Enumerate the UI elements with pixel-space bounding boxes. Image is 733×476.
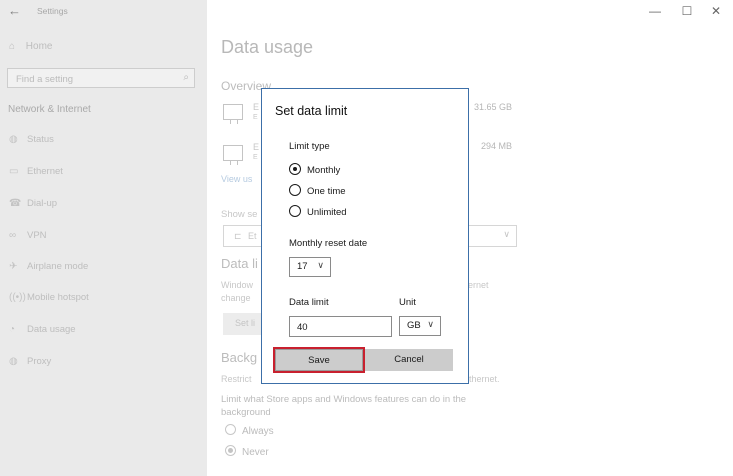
data-limit-input-box[interactable]	[289, 316, 392, 337]
set-data-limit-dialog: Set data limit Limit type Monthly One ti…	[261, 88, 469, 384]
save-highlight-box	[273, 347, 365, 373]
radio-monthly[interactable]: Monthly	[289, 163, 340, 176]
dialog-title: Set data limit	[275, 104, 348, 118]
radio-label: Monthly	[307, 165, 341, 176]
reset-date-dropdown[interactable]: 17 ∨	[289, 257, 331, 277]
chevron-down-icon: ∨	[317, 260, 324, 270]
chevron-down-icon: ∨	[427, 319, 434, 329]
radio-label: One time	[307, 186, 346, 197]
limit-type-label: Limit type	[289, 141, 330, 152]
reset-date-label: Monthly reset date	[289, 238, 368, 249]
unit-dropdown[interactable]: GB ∨	[399, 316, 441, 336]
radio-ring	[289, 163, 301, 175]
radio-one-time[interactable]: One time	[289, 184, 346, 197]
reset-date-value: 17	[297, 261, 308, 272]
cancel-button[interactable]: Cancel	[365, 349, 453, 371]
radio-label: Unlimited	[307, 207, 347, 218]
radio-ring	[289, 205, 301, 217]
unit-value: GB	[407, 320, 421, 331]
radio-ring	[289, 184, 301, 196]
data-limit-label: Data limit	[289, 297, 329, 308]
unit-label: Unit	[399, 297, 416, 308]
data-limit-input[interactable]	[290, 318, 391, 337]
radio-unlimited[interactable]: Unlimited	[289, 205, 347, 218]
